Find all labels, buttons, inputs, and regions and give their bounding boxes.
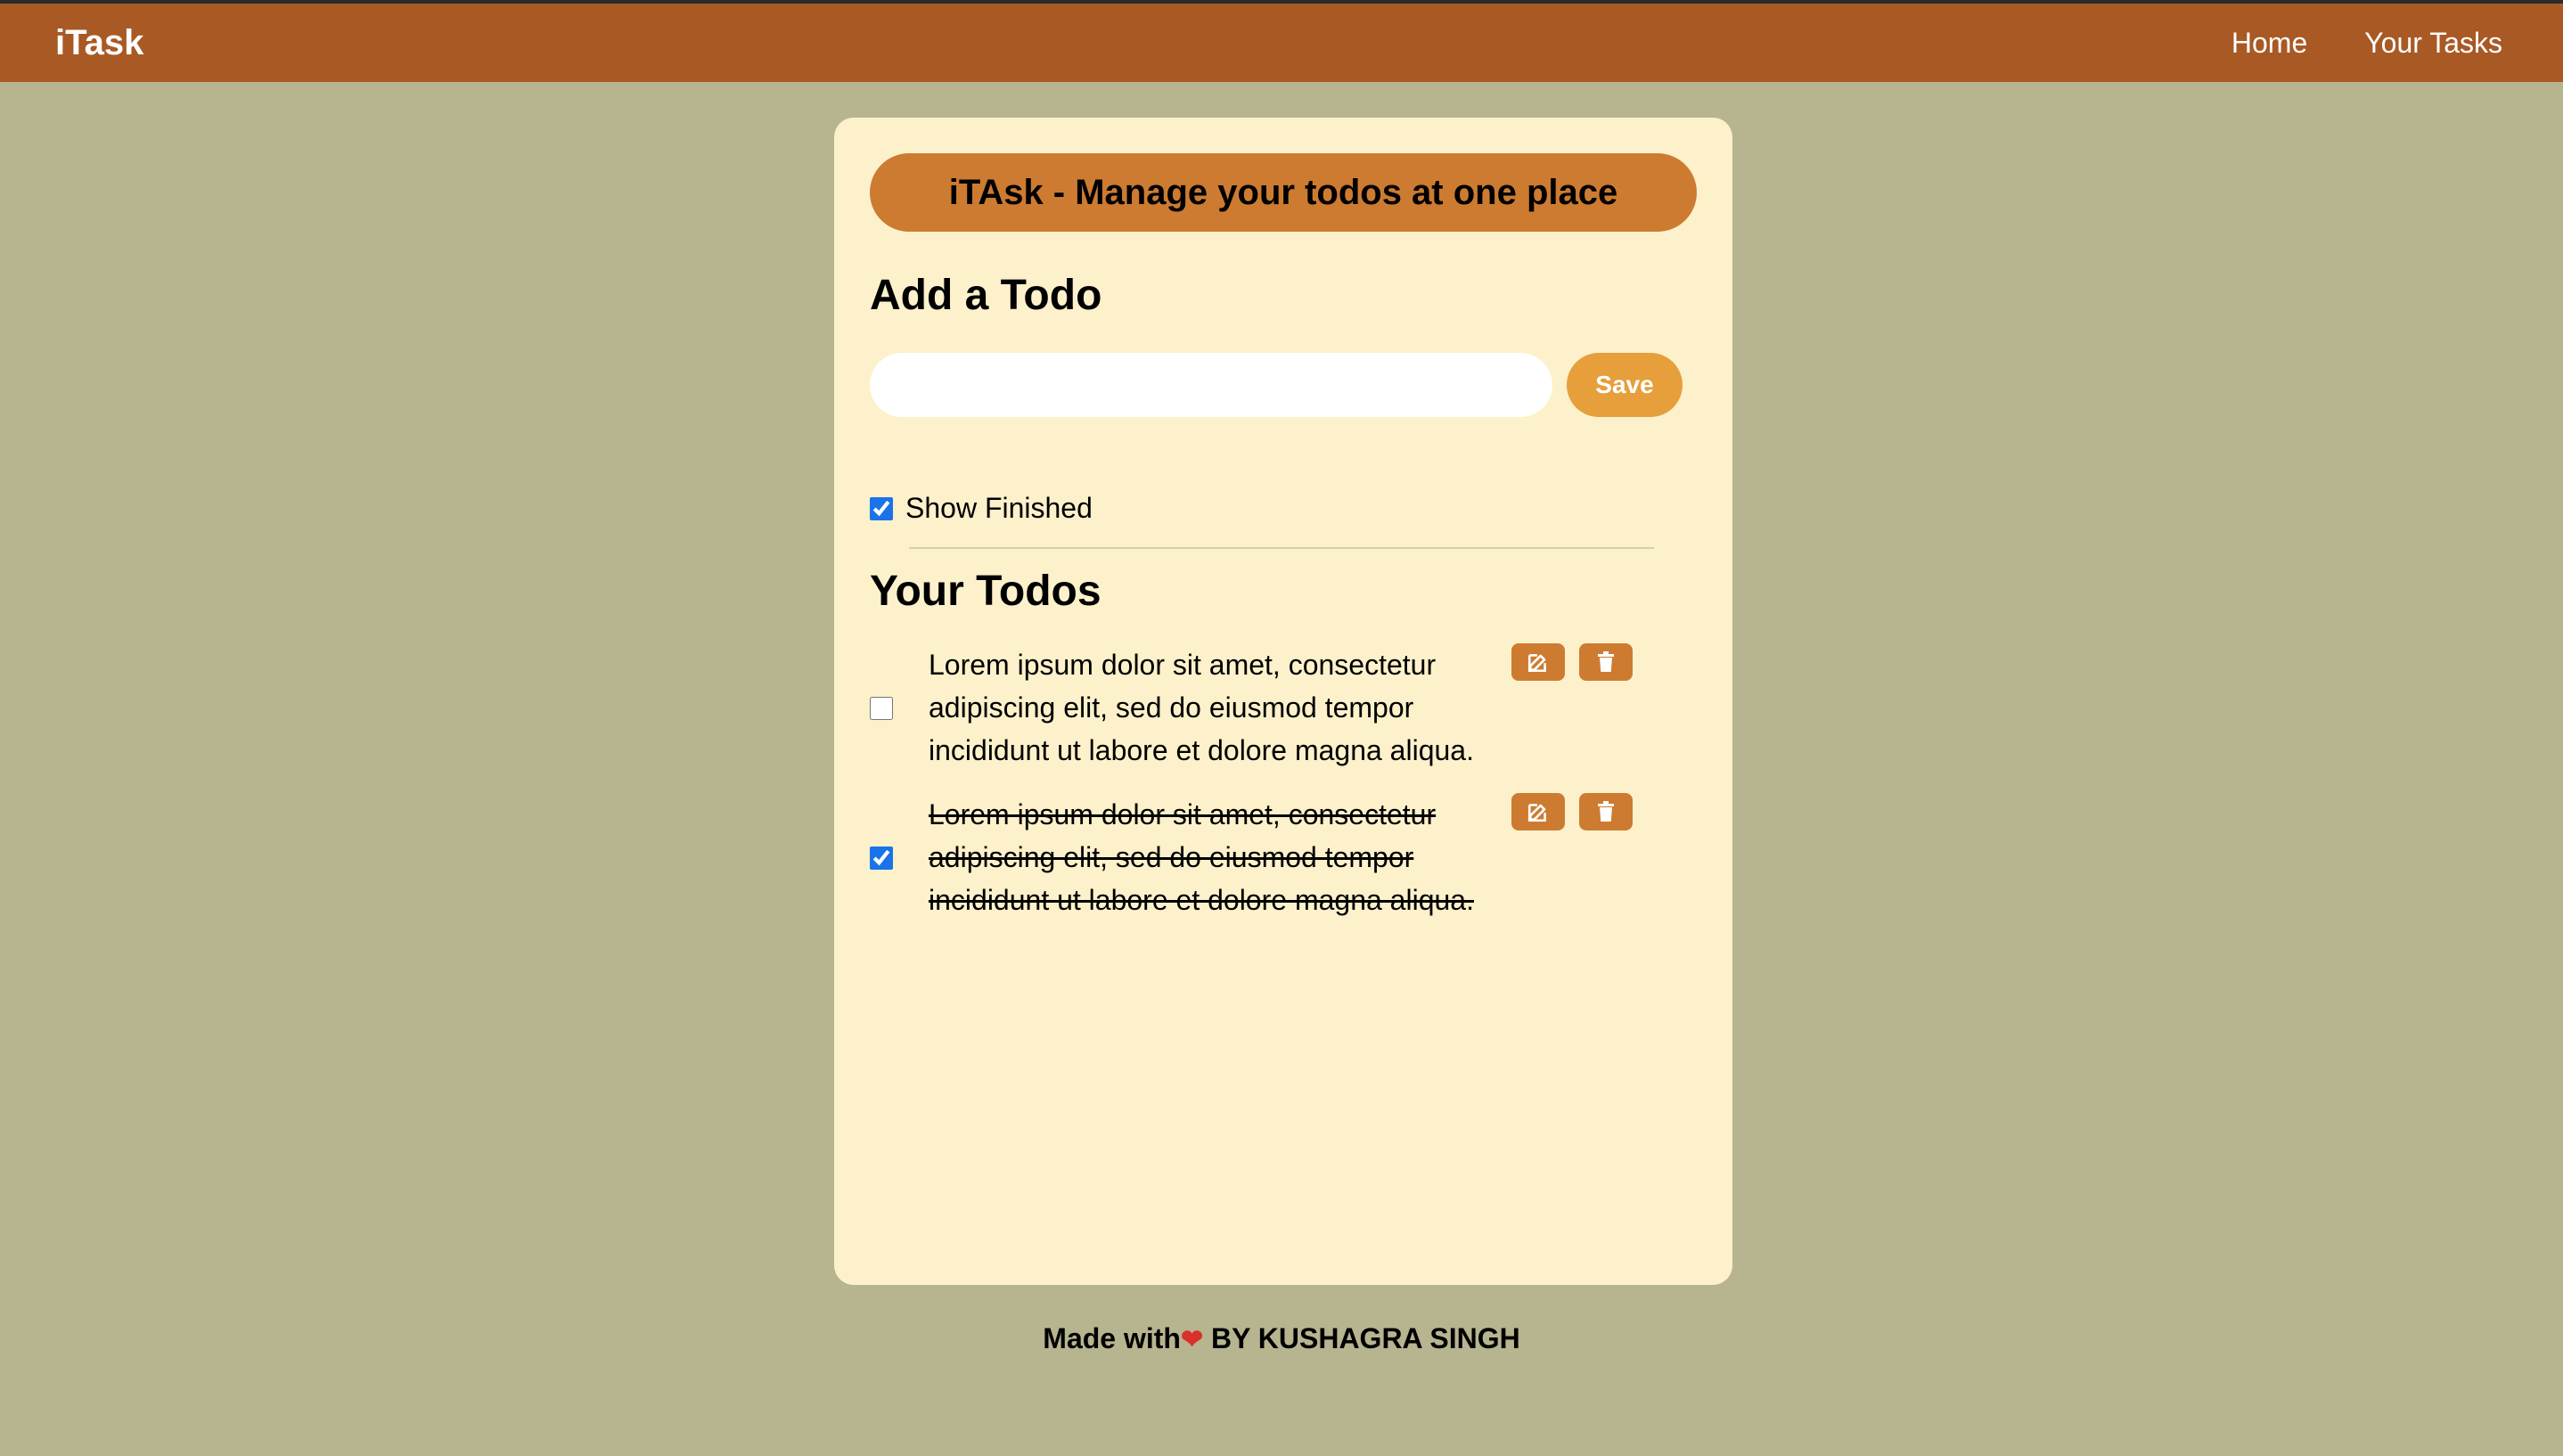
navbar: iTask Home Your Tasks: [0, 4, 2563, 82]
delete-button[interactable]: [1579, 793, 1633, 830]
edit-icon: [1527, 804, 1546, 822]
nav-link-home[interactable]: Home: [2231, 27, 2307, 60]
todo-input[interactable]: [870, 353, 1552, 417]
todo-item: Lorem ipsum dolor sit amet, consectetur …: [870, 643, 1697, 777]
todo-text: Lorem ipsum dolor sit amet, consectetur …: [929, 798, 1474, 916]
trash-icon: [1598, 651, 1614, 672]
show-finished-label: Show Finished: [905, 492, 1093, 524]
todo-item: Lorem ipsum dolor sit amet, consectetur …: [870, 793, 1697, 927]
todo-card: iTAsk - Manage your todos at one place A…: [834, 118, 1732, 1285]
show-finished-toggle[interactable]: Show Finished: [870, 492, 1093, 525]
edit-icon: [1527, 654, 1546, 673]
edit-button[interactable]: [1511, 793, 1565, 830]
nav-links: Home Your Tasks: [2231, 27, 2502, 60]
todo-complete-checkbox[interactable]: [870, 697, 893, 720]
footer-suffix: BY KUSHAGRA SINGH: [1203, 1322, 1520, 1354]
show-finished-checkbox[interactable]: [870, 496, 893, 520]
todo-text: Lorem ipsum dolor sit amet, consectetur …: [929, 649, 1474, 766]
footer-prefix: Made with: [1043, 1322, 1181, 1354]
footer: Made with❤ BY KUSHAGRA SINGH: [0, 1322, 2563, 1355]
edit-button[interactable]: [1511, 643, 1565, 681]
save-button[interactable]: Save: [1567, 353, 1683, 417]
trash-icon: [1598, 801, 1614, 822]
add-todo-heading: Add a Todo: [870, 272, 1102, 319]
page-title-banner: iTAsk - Manage your todos at one place: [870, 153, 1697, 232]
nav-link-your-tasks[interactable]: Your Tasks: [2364, 27, 2502, 60]
todo-complete-checkbox[interactable]: [870, 847, 893, 870]
brand-logo[interactable]: iTask: [55, 23, 143, 63]
heart-icon: ❤: [1180, 1325, 1204, 1354]
your-todos-heading: Your Todos: [870, 568, 1101, 615]
delete-button[interactable]: [1579, 643, 1633, 681]
divider: [909, 547, 1654, 549]
